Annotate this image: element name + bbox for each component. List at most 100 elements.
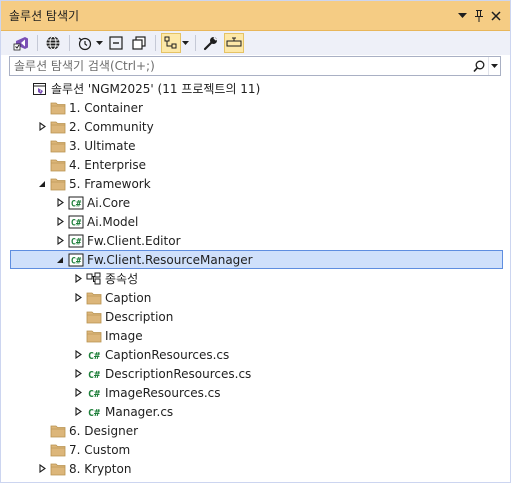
folder-icon <box>50 176 66 192</box>
tree-item[interactable]: Caption <box>1 288 510 307</box>
collapsed-arrow-icon[interactable] <box>70 271 86 287</box>
folder-icon <box>50 442 66 458</box>
tree-item-label: 3. Ultimate <box>69 138 136 153</box>
tree-item[interactable]: 2. Community <box>1 117 510 136</box>
window-menu-dropdown-icon[interactable] <box>454 8 470 24</box>
collapsed-arrow-icon[interactable] <box>70 347 86 363</box>
close-icon[interactable] <box>488 8 504 24</box>
history-icon[interactable] <box>75 33 95 53</box>
csharp-project-icon: C# <box>68 252 84 268</box>
expanded-arrow-icon[interactable] <box>34 176 50 192</box>
tree-item[interactable]: 7. Custom <box>1 440 510 459</box>
history-dropdown-icon[interactable] <box>95 33 103 53</box>
toolbar-separator <box>69 35 70 51</box>
collapsed-arrow-icon[interactable] <box>70 366 86 382</box>
tree-item-label: 5. Framework <box>69 176 151 191</box>
search-input[interactable] <box>10 57 470 75</box>
toolbar-separator <box>195 35 196 51</box>
svg-text:C#: C# <box>88 370 100 381</box>
tree-item-label: Ai.Model <box>87 214 139 229</box>
collapsed-arrow-icon[interactable] <box>34 119 50 135</box>
tree-item[interactable]: C# Manager.cs <box>1 402 510 421</box>
preview-icon[interactable] <box>224 33 244 53</box>
folder-icon <box>50 157 66 173</box>
tree-item[interactable]: 3. Ultimate <box>1 136 510 155</box>
csharp-project-icon: C# <box>68 195 84 211</box>
folder-icon <box>50 138 66 154</box>
tree-item[interactable]: C# Fw.Client.Editor <box>1 231 510 250</box>
tree-item-label: 2. Community <box>69 119 154 134</box>
svg-text:C#: C# <box>88 351 100 362</box>
tree-item-label: CaptionResources.cs <box>105 347 230 362</box>
svg-text:C#: C# <box>71 237 82 247</box>
pin-icon[interactable] <box>471 8 487 24</box>
tree-expander-spacer <box>70 309 86 325</box>
expanded-arrow-icon[interactable] <box>52 252 68 268</box>
tree-item[interactable]: 1. Container <box>1 98 510 117</box>
tree-item-label: Image <box>105 328 143 343</box>
toolbar-separator <box>37 35 38 51</box>
wrench-icon[interactable] <box>201 33 221 53</box>
collapsed-arrow-icon[interactable] <box>70 290 86 306</box>
dependencies-icon <box>86 271 102 287</box>
search-icon[interactable] <box>470 57 488 75</box>
tree-item[interactable]: C# Ai.Model <box>1 212 510 231</box>
search-box <box>9 56 501 76</box>
tree-item-label: Fw.Client.ResourceManager <box>87 252 253 267</box>
tree-item[interactable]: 6. Designer <box>1 421 510 440</box>
tree-item[interactable]: Image <box>1 326 510 345</box>
tree-item[interactable]: Description <box>1 307 510 326</box>
title-bar: 솔루션 탐색기 <box>1 1 510 31</box>
tree-item-label: Description <box>105 309 174 324</box>
csharp-project-icon: C# <box>68 233 84 249</box>
tree-item-label: 4. Enterprise <box>69 157 146 172</box>
window-title: 솔루션 탐색기 <box>9 9 80 23</box>
tree-item-label: DescriptionResources.cs <box>105 366 252 381</box>
search-options-dropdown-icon[interactable] <box>488 57 500 75</box>
folder-icon <box>50 423 66 439</box>
tree-item[interactable]: 4. Enterprise <box>1 155 510 174</box>
tree-item-label: Ai.Core <box>87 195 131 210</box>
folder-icon <box>50 119 66 135</box>
svg-text:C#: C# <box>71 256 82 266</box>
solution-explorer-window: 솔루션 탐색기 솔루션 탐색기 검색(Ctrl+;) 솔루션 'NGM2025'… <box>0 0 511 483</box>
collapsed-arrow-icon[interactable] <box>52 214 68 230</box>
folder-icon <box>86 309 102 325</box>
collapsed-arrow-icon[interactable] <box>34 461 50 477</box>
tree-item-label: 종속성 <box>105 271 139 286</box>
tree-expander-spacer <box>34 157 50 173</box>
csharp-file-icon: C# <box>86 404 102 420</box>
switch-views-icon[interactable] <box>161 33 181 53</box>
tree-expander-spacer <box>16 81 32 97</box>
csharp-file-icon: C# <box>86 366 102 382</box>
tree-item-label: 7. Custom <box>69 442 131 457</box>
tree-item-label: 8. Krypton <box>69 461 132 476</box>
tree-item[interactable]: 솔루션 'NGM2025' (11 프로젝트의 11) <box>1 79 510 98</box>
tree-item[interactable]: C# DescriptionResources.cs <box>1 364 510 383</box>
collapsed-arrow-icon[interactable] <box>70 404 86 420</box>
toolbar <box>1 31 510 55</box>
tree-expander-spacer <box>70 328 86 344</box>
collapsed-arrow-icon[interactable] <box>70 385 86 401</box>
tree-item-label: ImageResources.cs <box>105 385 221 400</box>
switch-views-dropdown-icon[interactable] <box>181 33 189 53</box>
tree-item[interactable]: C# Fw.Client.ResourceManager <box>10 250 503 269</box>
svg-text:C#: C# <box>71 199 82 209</box>
tree-item[interactable]: 8. Krypton <box>1 459 510 478</box>
tree-item[interactable]: C# ImageResources.cs <box>1 383 510 402</box>
visual-studio-icon[interactable] <box>11 33 31 53</box>
tree-item[interactable]: 종속성 <box>1 269 510 288</box>
tree-expander-spacer <box>34 100 50 116</box>
collapsed-arrow-icon[interactable] <box>52 195 68 211</box>
tree-item[interactable]: 5. Framework <box>1 174 510 193</box>
toolbar-separator <box>155 35 156 51</box>
collapsed-arrow-icon[interactable] <box>52 233 68 249</box>
copy-icon[interactable] <box>129 33 149 53</box>
collapse-all-icon[interactable] <box>106 33 126 53</box>
csharp-file-icon: C# <box>86 385 102 401</box>
tree-item[interactable]: C# CaptionResources.cs <box>1 345 510 364</box>
globe-icon[interactable] <box>43 33 63 53</box>
tree-item-label: Fw.Client.Editor <box>87 233 181 248</box>
tree-item[interactable]: C# Ai.Core <box>1 193 510 212</box>
tree-expander-spacer <box>34 423 50 439</box>
